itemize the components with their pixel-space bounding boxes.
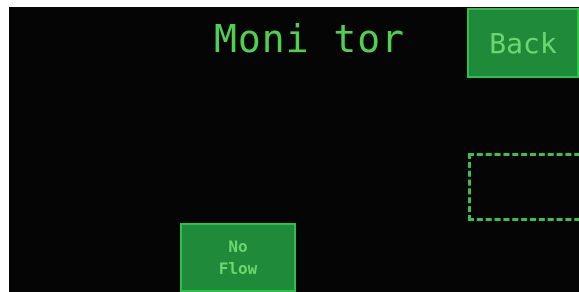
- no-flow-line1: No: [228, 236, 248, 256]
- back-button-label: Back: [489, 26, 557, 60]
- empty-display-placeholder: [468, 153, 579, 221]
- monitor-screen: Moni tor Back No Flow: [9, 7, 579, 292]
- page-title: Moni tor: [214, 17, 406, 61]
- no-flow-line2: Flow: [218, 258, 258, 278]
- no-flow-button[interactable]: No Flow: [180, 223, 296, 292]
- back-button[interactable]: Back: [467, 8, 579, 78]
